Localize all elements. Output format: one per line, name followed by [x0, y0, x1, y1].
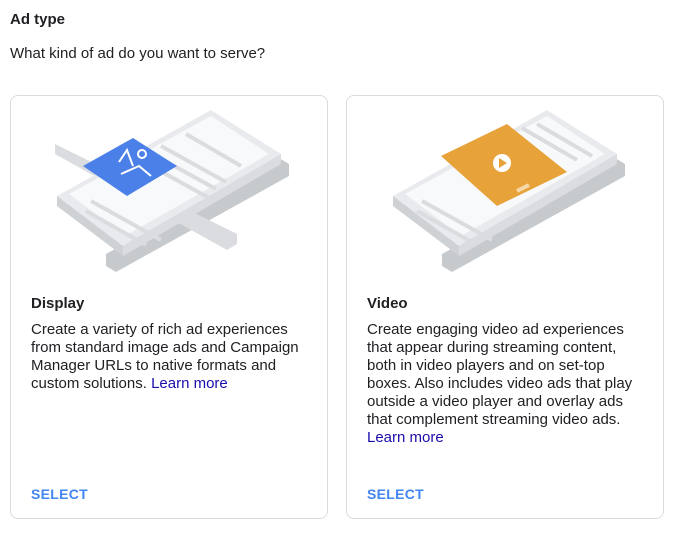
card-description: Create a variety of rich ad experiences … [31, 321, 299, 392]
learn-more-link[interactable]: Learn more [367, 429, 444, 446]
learn-more-link[interactable]: Learn more [151, 375, 228, 392]
video-ad-card[interactable]: Video Create engaging video ad experienc… [346, 95, 664, 519]
phone-with-video-ad-icon [393, 110, 625, 272]
display-ad-card[interactable]: Display Create a variety of rich ad expe… [10, 95, 328, 519]
select-button[interactable]: SELECT [31, 486, 88, 502]
card-title: Video [367, 295, 408, 312]
question-text: What kind of ad do you want to serve? [10, 45, 266, 62]
page-title: Ad type [10, 11, 66, 28]
phone-with-image-ad-icon [55, 110, 289, 272]
select-button[interactable]: SELECT [367, 486, 424, 502]
card-title: Display [31, 295, 85, 312]
card-description: Create engaging video ad experiences tha… [367, 321, 633, 446]
